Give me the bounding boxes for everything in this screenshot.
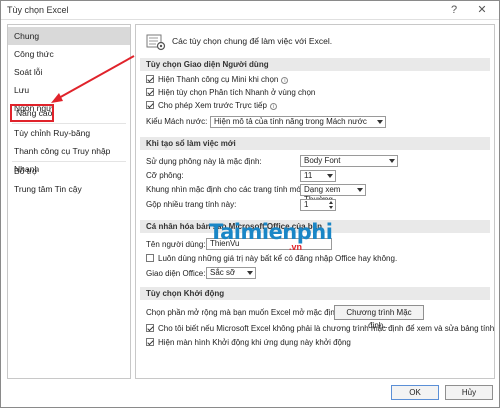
sheet-count-stepper[interactable]: 1 xyxy=(300,199,336,211)
settings-page-icon xyxy=(146,34,166,51)
title-bar: Tùy chọn Excel ? ✕ xyxy=(1,1,499,20)
info-icon: i xyxy=(281,77,289,84)
tooltip-style-value: Hiện mô tả của tính năng trong Mách nước xyxy=(214,117,367,126)
default-font-value: Body Font xyxy=(304,156,341,165)
font-size-label: Cỡ phông: xyxy=(146,171,184,180)
taimienphi-watermark: Taimienphi .vn xyxy=(209,220,333,252)
default-view-select[interactable]: Dạng xem Thường xyxy=(300,184,366,204)
sidebar-item-save[interactable]: Lưu xyxy=(8,81,130,99)
sidebar-item-proofing[interactable]: Soát lỗi xyxy=(8,63,130,81)
office-theme-value: Sắc sỡ xyxy=(210,268,236,277)
page-header-text: Các tùy chọn chung để làm việc với Excel… xyxy=(172,36,333,46)
watermark-main: Taimienphi xyxy=(209,220,333,244)
section-startup: Tùy chọn Khởi động xyxy=(140,287,490,300)
default-font-label: Sử dụng phông này là mặc định: xyxy=(146,157,262,166)
section-ui-options: Tùy chọn Giao diện Người dùng xyxy=(140,58,490,71)
option-mini-toolbar-label: Hiện Thanh công cụ Mini khi chọn xyxy=(158,75,279,84)
help-icon[interactable]: ? xyxy=(441,2,467,18)
sheet-count-label: Gộp nhiều trang tính này: xyxy=(146,200,237,209)
option-quick-analysis[interactable]: Hiện tùy chọn Phân tích Nhanh ở vùng chọ… xyxy=(146,87,315,99)
section-new-workbook: Khi tạo sổ làm việc mới xyxy=(140,137,490,150)
info-icon: i xyxy=(269,103,277,110)
tooltip-style-select[interactable]: Hiện mô tả của tính năng trong Mách nước xyxy=(210,116,386,128)
option-mini-toolbar[interactable]: Hiện Thanh công cụ Mini khi chọn i xyxy=(146,74,289,86)
chevron-down-icon xyxy=(247,271,253,275)
sidebar-item-addins[interactable]: Bổ trợ xyxy=(8,162,130,180)
sidebar-item-trust-center[interactable]: Trung tâm Tin cậy xyxy=(8,180,130,198)
font-size-value: 11 xyxy=(304,171,313,180)
default-font-select[interactable]: Body Font xyxy=(300,155,398,167)
excel-options-dialog: Tùy chọn Excel ? ✕ Chung Công thức Soát … xyxy=(0,0,500,408)
option-show-start[interactable]: Hiện màn hình Khởi động khi ứng dụng này… xyxy=(146,337,351,349)
chevron-down-icon xyxy=(327,174,333,178)
checkbox-always-use[interactable] xyxy=(146,254,154,262)
ok-button[interactable]: OK xyxy=(391,385,439,400)
close-icon[interactable]: ✕ xyxy=(469,2,495,18)
office-theme-label: Giao diện Office: xyxy=(146,269,206,278)
default-view-label: Khung nhìn mặc định cho các trang tính m… xyxy=(146,185,306,194)
option-live-preview[interactable]: Cho phép Xem trước Trực tiếp i xyxy=(146,100,277,112)
chevron-down-icon xyxy=(357,188,363,192)
sheet-count-value: 1 xyxy=(304,200,309,209)
option-tell-me-label: Cho tôi biết nếu Microsoft Excel không p… xyxy=(158,324,495,333)
option-live-preview-label: Cho phép Xem trước Trực tiếp xyxy=(158,101,267,110)
sidebar-item-advanced[interactable]: Nâng cao xyxy=(10,104,54,122)
font-size-select[interactable]: 11 xyxy=(300,170,336,182)
option-tell-me[interactable]: Cho tôi biết nếu Microsoft Excel không p… xyxy=(146,323,495,335)
option-show-start-label: Hiện màn hình Khởi động khi ứng dụng này… xyxy=(158,338,351,347)
watermark-suffix: .vn xyxy=(289,242,303,252)
sidebar-item-customize-ribbon[interactable]: Tùy chỉnh Ruy-băng xyxy=(8,124,130,142)
cancel-button[interactable]: Hủy xyxy=(445,385,493,400)
sidebar-item-formulas[interactable]: Công thức xyxy=(8,45,130,63)
checkbox-show-start[interactable] xyxy=(146,338,154,346)
checkbox-live-preview[interactable] xyxy=(146,101,154,109)
chevron-down-icon xyxy=(389,159,395,163)
options-content: Các tùy chọn chung để làm việc với Excel… xyxy=(135,24,495,379)
tooltip-style-label: Kiểu Mách nước: xyxy=(146,117,208,126)
checkbox-mini-toolbar[interactable] xyxy=(146,75,154,83)
default-programs-button[interactable]: Chương trình Mặc định... xyxy=(334,305,424,330)
window-title: Tùy chọn Excel xyxy=(7,5,69,15)
username-label: Tên người dùng: xyxy=(146,240,206,249)
checkbox-tell-me[interactable] xyxy=(146,324,154,332)
chevron-down-icon xyxy=(377,120,383,124)
options-sidebar: Chung Công thức Soát lỗi Lưu Ngôn ngữ Nâ… xyxy=(7,24,131,379)
option-always-use[interactable]: Luôn dùng những giá trị này bất kể có đă… xyxy=(146,253,397,265)
option-always-use-label: Luôn dùng những giá trị này bất kể có đă… xyxy=(158,254,398,263)
checkbox-quick-analysis[interactable] xyxy=(146,88,154,96)
option-quick-analysis-label: Hiện tùy chọn Phân tích Nhanh ở vùng chọ… xyxy=(158,88,316,97)
spin-up-icon[interactable] xyxy=(329,201,333,204)
sidebar-item-general[interactable]: Chung xyxy=(8,27,130,45)
office-theme-select[interactable]: Sắc sỡ xyxy=(206,267,256,279)
sidebar-item-quick-access-toolbar[interactable]: Thanh công cụ Truy nhập Nhanh xyxy=(8,142,130,174)
default-programs-label: Chọn phần mở rộng mà bạn muốn Excel mở m… xyxy=(146,308,342,317)
spin-down-icon[interactable] xyxy=(329,206,333,209)
